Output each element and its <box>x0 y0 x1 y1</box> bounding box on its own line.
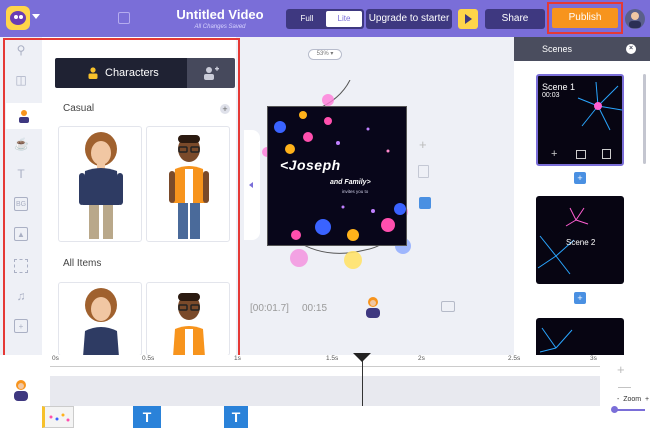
tick-label: 0.5s <box>142 355 155 362</box>
playhead-line <box>362 358 363 406</box>
add-element-button[interactable]: + <box>419 137 427 152</box>
library-highlight <box>3 38 240 368</box>
scene-thumb-2[interactable]: Scene 2 <box>536 196 624 284</box>
text-clip[interactable]: T <box>133 406 161 428</box>
video-preview[interactable]: <Joseph and Family> invites you to <box>267 106 407 246</box>
current-time: [00:01.7] <box>250 303 289 314</box>
zoom-out-button[interactable]: — <box>618 379 631 394</box>
zoom-dropdown[interactable]: 53% ▾ <box>308 49 342 60</box>
track-character-icon <box>14 380 28 401</box>
publish-highlight: Publish <box>547 2 623 34</box>
share-button[interactable]: Share <box>485 9 545 29</box>
scenes-scrollbar[interactable] <box>643 74 646 164</box>
trash-icon[interactable] <box>602 149 611 159</box>
scene-thumb-3[interactable] <box>536 318 624 355</box>
total-time: 00:15 <box>302 303 328 314</box>
caption-icon[interactable] <box>441 301 455 312</box>
tick-label: 1.5s <box>326 355 339 362</box>
save-status: All Changes Saved <box>194 24 246 30</box>
tick-label: 2s <box>418 355 425 362</box>
video-invite-text: invites you to <box>342 189 369 194</box>
text-clip[interactable]: T <box>224 406 248 428</box>
clip-thumbnail-image <box>45 407 73 427</box>
app-logo-icon[interactable] <box>6 6 30 30</box>
add-icon[interactable]: + <box>551 148 557 160</box>
zoom-label: - Zoom + <box>617 396 649 403</box>
add-scene-button[interactable]: + <box>574 172 586 184</box>
tick-label: 2.5s <box>508 355 521 362</box>
character-icon[interactable] <box>364 296 382 320</box>
scene-thumb-1[interactable]: Scene 1 00:03 + <box>536 74 624 166</box>
video-subline: and Family> <box>330 179 371 186</box>
trash-icon[interactable] <box>418 165 429 178</box>
scene-1-label: Scene 1 <box>542 82 576 92</box>
upgrade-button[interactable]: Upgrade to starter <box>366 9 452 29</box>
scene-1-time: 00:03 <box>542 92 560 99</box>
mode-lite-option[interactable]: Lite <box>326 11 362 27</box>
tick-label: 3s <box>590 355 597 362</box>
publish-button[interactable]: Publish <box>552 8 618 28</box>
duplicate-icon[interactable] <box>576 150 586 159</box>
video-title[interactable]: Untitled Video <box>160 7 280 22</box>
scene-2-label: Scene 2 <box>566 238 596 247</box>
video-headline: <Joseph <box>280 157 341 173</box>
zoom-in-button[interactable]: + <box>617 362 625 377</box>
undo-icon[interactable] <box>118 12 130 24</box>
chevron-down-icon[interactable] <box>32 14 40 19</box>
play-icon[interactable] <box>458 9 478 29</box>
zoom-slider-handle[interactable] <box>611 406 618 413</box>
close-icon[interactable]: × <box>626 44 636 54</box>
mode-toggle[interactable]: Full Lite <box>286 9 364 29</box>
tick-label: 0s <box>52 355 59 362</box>
zoom-minus-sign: - <box>617 396 620 403</box>
zoom-label-text: Zoom <box>623 396 642 403</box>
tick-label: 1s <box>234 355 241 362</box>
bokeh-lights <box>274 111 406 241</box>
zoom-plus-sign: + <box>645 396 650 403</box>
firework-image <box>539 327 573 353</box>
background-clip[interactable] <box>42 406 74 428</box>
element-layer-icon[interactable] <box>419 197 431 209</box>
user-avatar-icon[interactable] <box>624 8 646 30</box>
mode-full-option[interactable]: Full <box>288 11 326 27</box>
character-track[interactable] <box>50 376 600 406</box>
playhead-handle[interactable] <box>353 353 371 362</box>
add-scene-button[interactable]: + <box>574 292 586 304</box>
